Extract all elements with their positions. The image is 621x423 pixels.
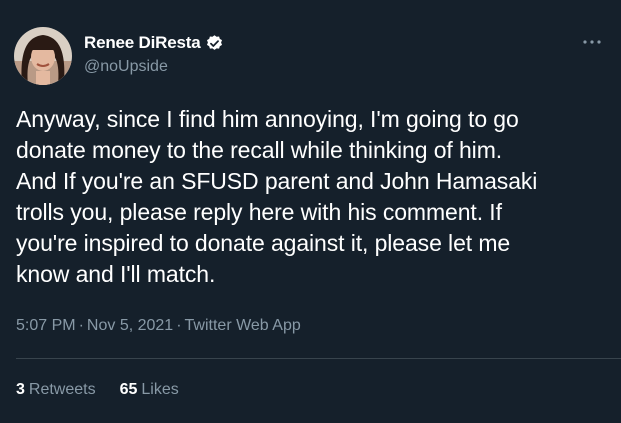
retweets-stat[interactable]: 3 Retweets <box>16 381 96 399</box>
user-handle[interactable]: @noUpside <box>84 58 168 76</box>
retweets-count: 3 <box>16 381 25 398</box>
meta-separator: · <box>78 317 84 334</box>
likes-count: 65 <box>119 381 138 398</box>
display-name[interactable]: Renee DiResta <box>84 33 201 53</box>
name-row: Renee DiResta <box>84 33 224 53</box>
likes-stat[interactable]: 65 Likes <box>120 381 179 399</box>
verified-badge-icon <box>205 34 224 53</box>
tweet-stats: 3 Retweets 65 Likes <box>16 381 179 399</box>
retweets-label: Retweets <box>28 381 96 398</box>
tweet-date[interactable]: Nov 5, 2021 <box>87 317 173 334</box>
tweet-meta: 5:07 PM · Nov 5, 2021 · Twitter Web App <box>16 317 301 335</box>
tweet-source[interactable]: Twitter Web App <box>185 317 301 334</box>
more-icon[interactable] <box>581 34 603 50</box>
tweet-text: Anyway, since I find him annoying, I'm g… <box>16 106 538 287</box>
tweet-time[interactable]: 5:07 PM <box>16 317 76 334</box>
user-avatar-image <box>14 27 72 85</box>
likes-label: Likes <box>141 381 179 398</box>
divider <box>16 358 621 359</box>
meta-separator: · <box>176 317 182 334</box>
tweet-card: Renee DiResta @noUpside Anyway, since I … <box>0 0 621 423</box>
avatar[interactable] <box>14 27 72 85</box>
